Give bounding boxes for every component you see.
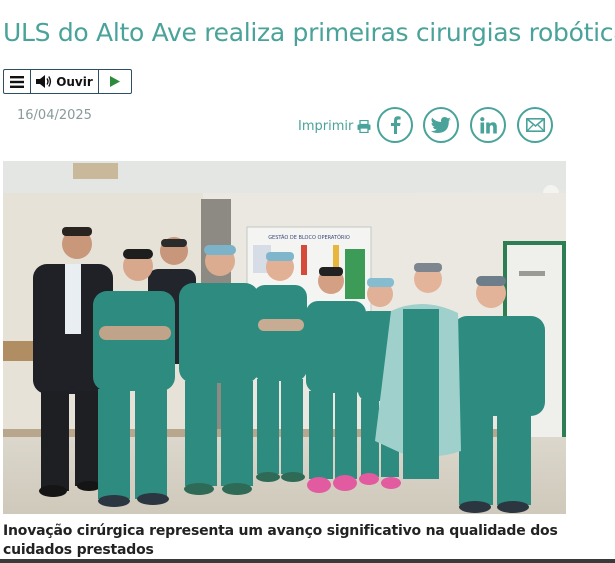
share-twitter-button[interactable] bbox=[423, 107, 459, 143]
article-date: 16/04/2025 bbox=[17, 108, 92, 123]
linkedin-icon bbox=[479, 116, 497, 133]
share-linkedin-button[interactable] bbox=[470, 107, 506, 143]
listen-label: Ouvir bbox=[56, 74, 93, 89]
share-email-button[interactable] bbox=[517, 107, 553, 143]
printer-icon bbox=[357, 120, 371, 133]
hamburger-icon bbox=[10, 75, 24, 88]
photo-caption: Inovação cirúrgica representa um avanço … bbox=[3, 523, 558, 558]
article-photo: GESTÃO DE BLOCO OPERATÓRIO bbox=[3, 161, 566, 514]
chart-board-heading: GESTÃO DE BLOCO OPERATÓRIO bbox=[268, 234, 350, 241]
bottom-scroll-edge bbox=[0, 559, 615, 563]
print-label: Imprimir bbox=[298, 119, 354, 134]
email-icon bbox=[525, 118, 545, 132]
play-button[interactable] bbox=[99, 70, 131, 93]
play-icon bbox=[110, 76, 120, 87]
facebook-icon bbox=[391, 116, 401, 134]
print-button[interactable]: Imprimir bbox=[298, 119, 371, 134]
player-menu-button[interactable] bbox=[4, 70, 31, 93]
speaker-icon bbox=[36, 75, 52, 88]
article-title: ULS do Alto Ave realiza primeiras cirurg… bbox=[3, 18, 615, 47]
twitter-icon bbox=[431, 117, 451, 133]
listen-button[interactable]: Ouvir bbox=[31, 70, 99, 93]
share-facebook-button[interactable] bbox=[377, 107, 413, 143]
text-to-speech-player: Ouvir bbox=[3, 69, 132, 94]
team-photo-illustration: GESTÃO DE BLOCO OPERATÓRIO bbox=[3, 161, 566, 514]
